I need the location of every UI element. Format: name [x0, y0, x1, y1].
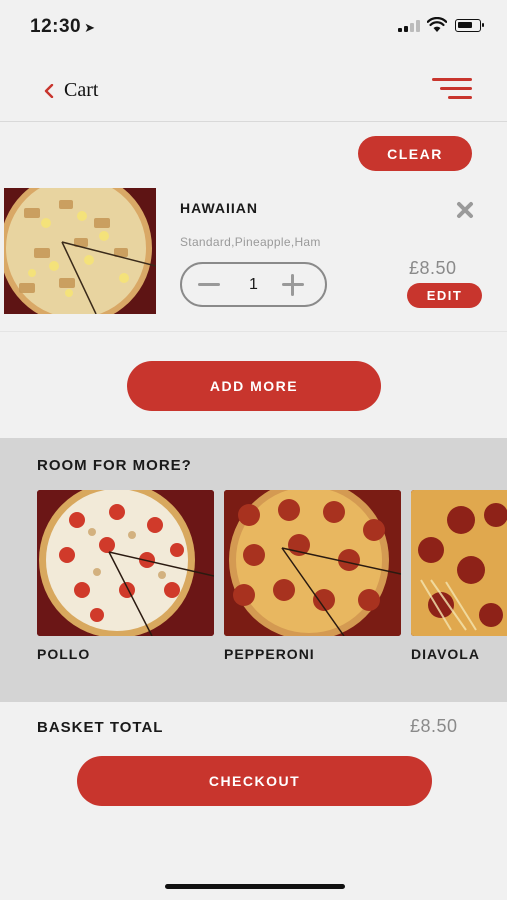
header: Cart [0, 60, 507, 122]
cellular-signal-icon [398, 20, 420, 32]
basket-total-label: BASKET TOTAL [37, 719, 164, 736]
status-time: 12:30 ➤ [30, 16, 96, 38]
pollo-pizza-image [37, 490, 214, 636]
recommendation-card-pollo[interactable]: POLLO [37, 490, 214, 662]
recommendation-name: POLLO [37, 646, 91, 662]
wifi-icon [427, 17, 447, 32]
status-bar: 12:30 ➤ [0, 0, 507, 52]
location-arrow-icon: ➤ [84, 20, 96, 35]
recommendation-name: DIAVOLA [411, 646, 480, 662]
recommendation-card-diavola[interactable]: DIAVOLA [411, 490, 507, 662]
recommendation-card-pepperoni[interactable]: PEPPERONI [224, 490, 401, 662]
edit-button[interactable]: EDIT [407, 283, 482, 308]
page-title[interactable]: Cart [64, 79, 98, 102]
clear-button[interactable]: CLEAR [358, 136, 472, 171]
recommendations-section: ROOM FOR MORE? POLLO PEPPERONI DIAVOLA [0, 438, 507, 702]
diavola-pizza-image [411, 490, 507, 636]
item-price: £8.50 [409, 258, 457, 278]
chevron-left-icon[interactable] [43, 84, 55, 98]
plus-icon[interactable] [282, 274, 304, 296]
hawaiian-pizza-image [4, 188, 156, 314]
menu-icon[interactable] [432, 78, 472, 100]
add-more-button[interactable]: ADD MORE [127, 361, 381, 411]
item-name: HAWAIIAN [180, 200, 258, 216]
recommendation-name: PEPPERONI [224, 646, 315, 662]
basket-total-value: £8.50 [410, 716, 458, 736]
status-time-text: 12:30 [30, 16, 82, 37]
pepperoni-pizza-image [224, 490, 401, 636]
close-icon[interactable] [456, 201, 474, 219]
battery-icon [455, 19, 484, 32]
item-details: Standard,Pineapple,Ham [180, 235, 321, 249]
checkout-button[interactable]: CHECKOUT [77, 756, 432, 806]
home-indicator[interactable] [165, 884, 345, 889]
recommendations-title: ROOM FOR MORE? [37, 457, 192, 474]
cart-item: HAWAIIAN Standard,Pineapple,Ham 1 £8.50 … [0, 184, 507, 332]
quantity-stepper: 1 [180, 262, 327, 307]
